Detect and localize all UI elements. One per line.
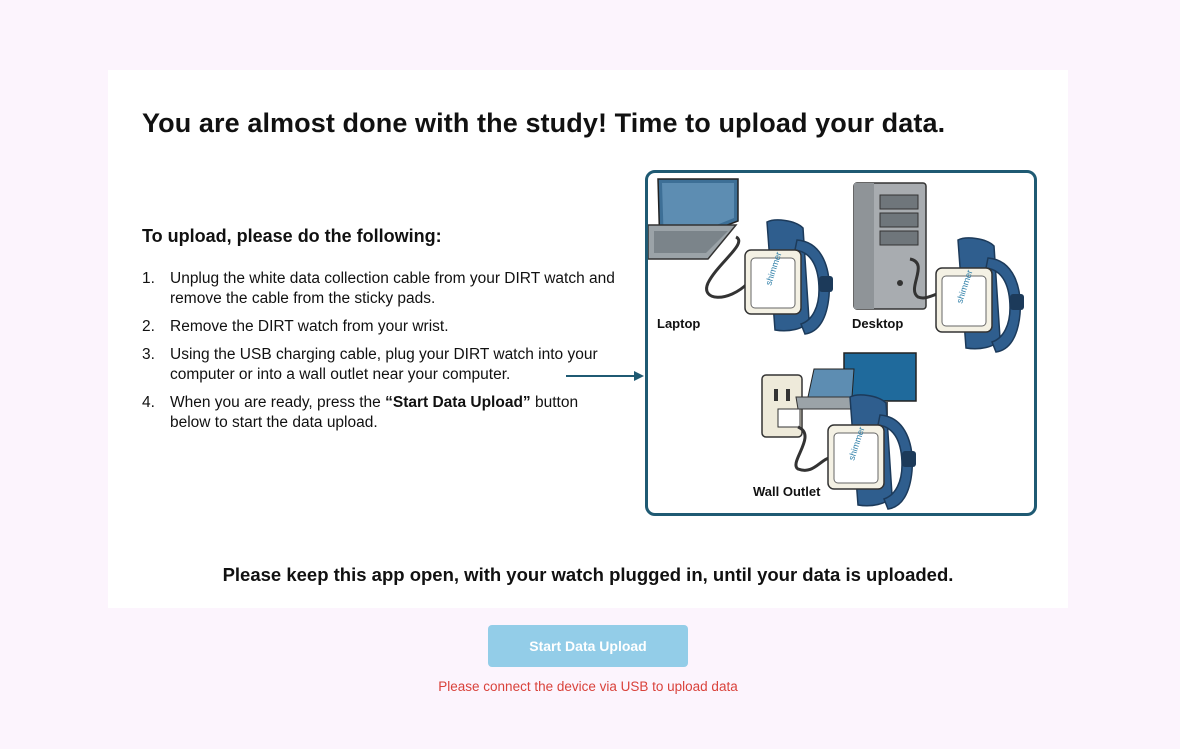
instructions-heading: To upload, please do the following: — [142, 226, 442, 246]
laptop-label: Laptop — [657, 316, 701, 331]
keep-open-notice: Please keep this app open, with your wat… — [222, 564, 954, 585]
step-item: 2. Remove the DIRT watch from your wrist… — [142, 317, 622, 337]
step-text: Using the USB charging cable, plug your … — [170, 346, 598, 383]
step-number: 1. — [142, 270, 155, 287]
usb-error-message: Please connect the device via USB to upl… — [438, 679, 738, 694]
wall-outlet-icon — [761, 374, 803, 438]
connection-illustration: shimmer — [645, 170, 1037, 516]
wall-outlet-label: Wall Outlet — [753, 484, 821, 499]
laptop-icon — [648, 178, 739, 260]
step-number: 3. — [142, 346, 155, 363]
page-title: You are almost done with the study! Time… — [142, 108, 946, 138]
arrow-right-icon — [566, 371, 644, 381]
steps-list: 1. Unplug the white data collection cabl… — [142, 269, 622, 441]
step-number: 4. — [142, 394, 155, 411]
step-item: 3. Using the USB charging cable, plug yo… — [142, 345, 622, 385]
step-number: 2. — [142, 318, 155, 335]
step-text-bold: “Start Data Upload” — [385, 394, 531, 411]
step-text-before: When you are ready, press the — [170, 394, 386, 411]
desktop-label: Desktop — [852, 316, 904, 331]
step-text: Remove the DIRT watch from your wrist. — [170, 318, 449, 335]
step-item: 1. Unplug the white data collection cabl… — [142, 269, 622, 309]
step-text: Unplug the white data collection cable f… — [170, 270, 615, 307]
start-data-upload-button[interactable]: Start Data Upload — [488, 625, 688, 667]
instructions-card: You are almost done with the study! Time… — [108, 70, 1068, 608]
step-item: 4. When you are ready, press the “Start … — [142, 393, 622, 433]
